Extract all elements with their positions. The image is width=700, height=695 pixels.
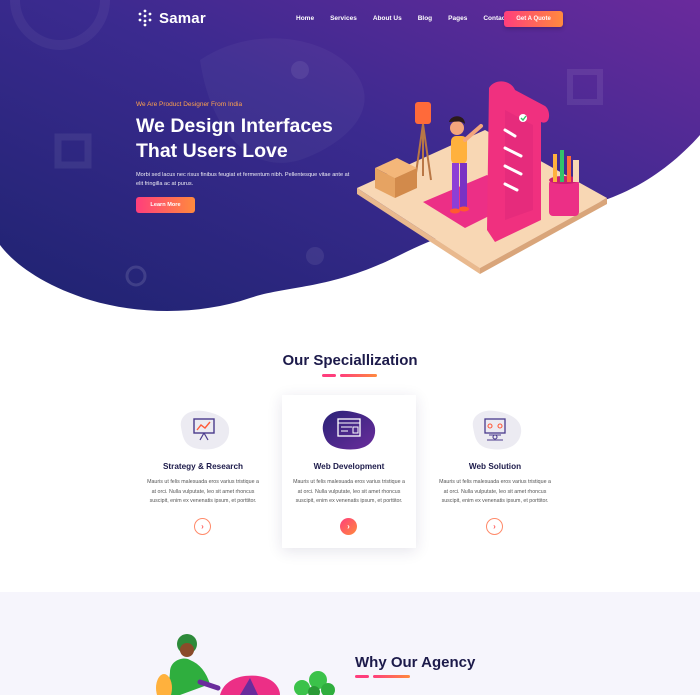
service-card-web-solution[interactable]: Web Solution Mauris ut felis malesuada e… [428,395,562,548]
logo-icon [138,9,152,27]
browser-code-icon [322,410,376,450]
card-arrow-button[interactable]: › [340,518,357,535]
card-title: Web Development [313,462,385,471]
service-card-strategy[interactable]: Strategy & Research Mauris ut felis male… [136,395,270,548]
logo[interactable]: Samar [136,9,206,27]
nav-home[interactable]: Home [296,15,314,22]
hero-illustration [357,81,607,274]
title-underline [322,374,336,377]
nav-about-us[interactable]: About Us [373,15,402,22]
card-arrow-button[interactable]: › [194,518,211,535]
specialization-title: Our Speciallization [282,352,418,369]
specialization-cards: Strategy & Research Mauris ut felis male… [0,395,700,555]
card-arrow-button[interactable]: › [486,518,503,535]
hero-section: Samar Home Services About Us Blog Pages … [0,0,700,320]
card-title: Strategy & Research [162,462,244,471]
presentation-chart-icon [180,410,230,450]
card-text: Mauris ut felis malesuada eros varius tr… [439,479,551,504]
why-agency-title: Why Our Agency [355,654,476,671]
nav-services[interactable]: Services [330,15,357,22]
main-nav: Home Services About Us Blog Pages Contac… [296,15,534,22]
hero-description: Morbi sed lacus nec risus finibus feugia… [136,172,350,187]
title-underline [355,675,369,678]
card-text: Mauris ut felis malesuada eros varius tr… [147,479,259,504]
card-title: Web Solution [468,462,522,471]
why-agency-section: Why Our Agency [0,592,700,695]
navbar: Samar Home Services About Us Blog Pages … [0,0,700,38]
get-quote-button[interactable]: Get A Quote [504,11,563,27]
learn-more-button[interactable]: Learn More [136,197,195,213]
team-network-icon [472,410,522,450]
service-card-web-development[interactable]: Web Development Mauris ut felis malesuad… [282,395,416,548]
why-agency-illustration [156,634,335,695]
nav-blog[interactable]: Blog [418,15,432,22]
title-underline [373,675,410,678]
card-text: Mauris ut felis malesuada eros varius tr… [293,479,405,504]
hero-tagline: We Are Product Designer From India [136,101,243,108]
nav-pages[interactable]: Pages [448,15,467,22]
hero-headline: We Design Interfaces That Users Love [136,115,333,162]
brand-name: Samar [159,9,206,27]
title-underline [340,374,377,377]
